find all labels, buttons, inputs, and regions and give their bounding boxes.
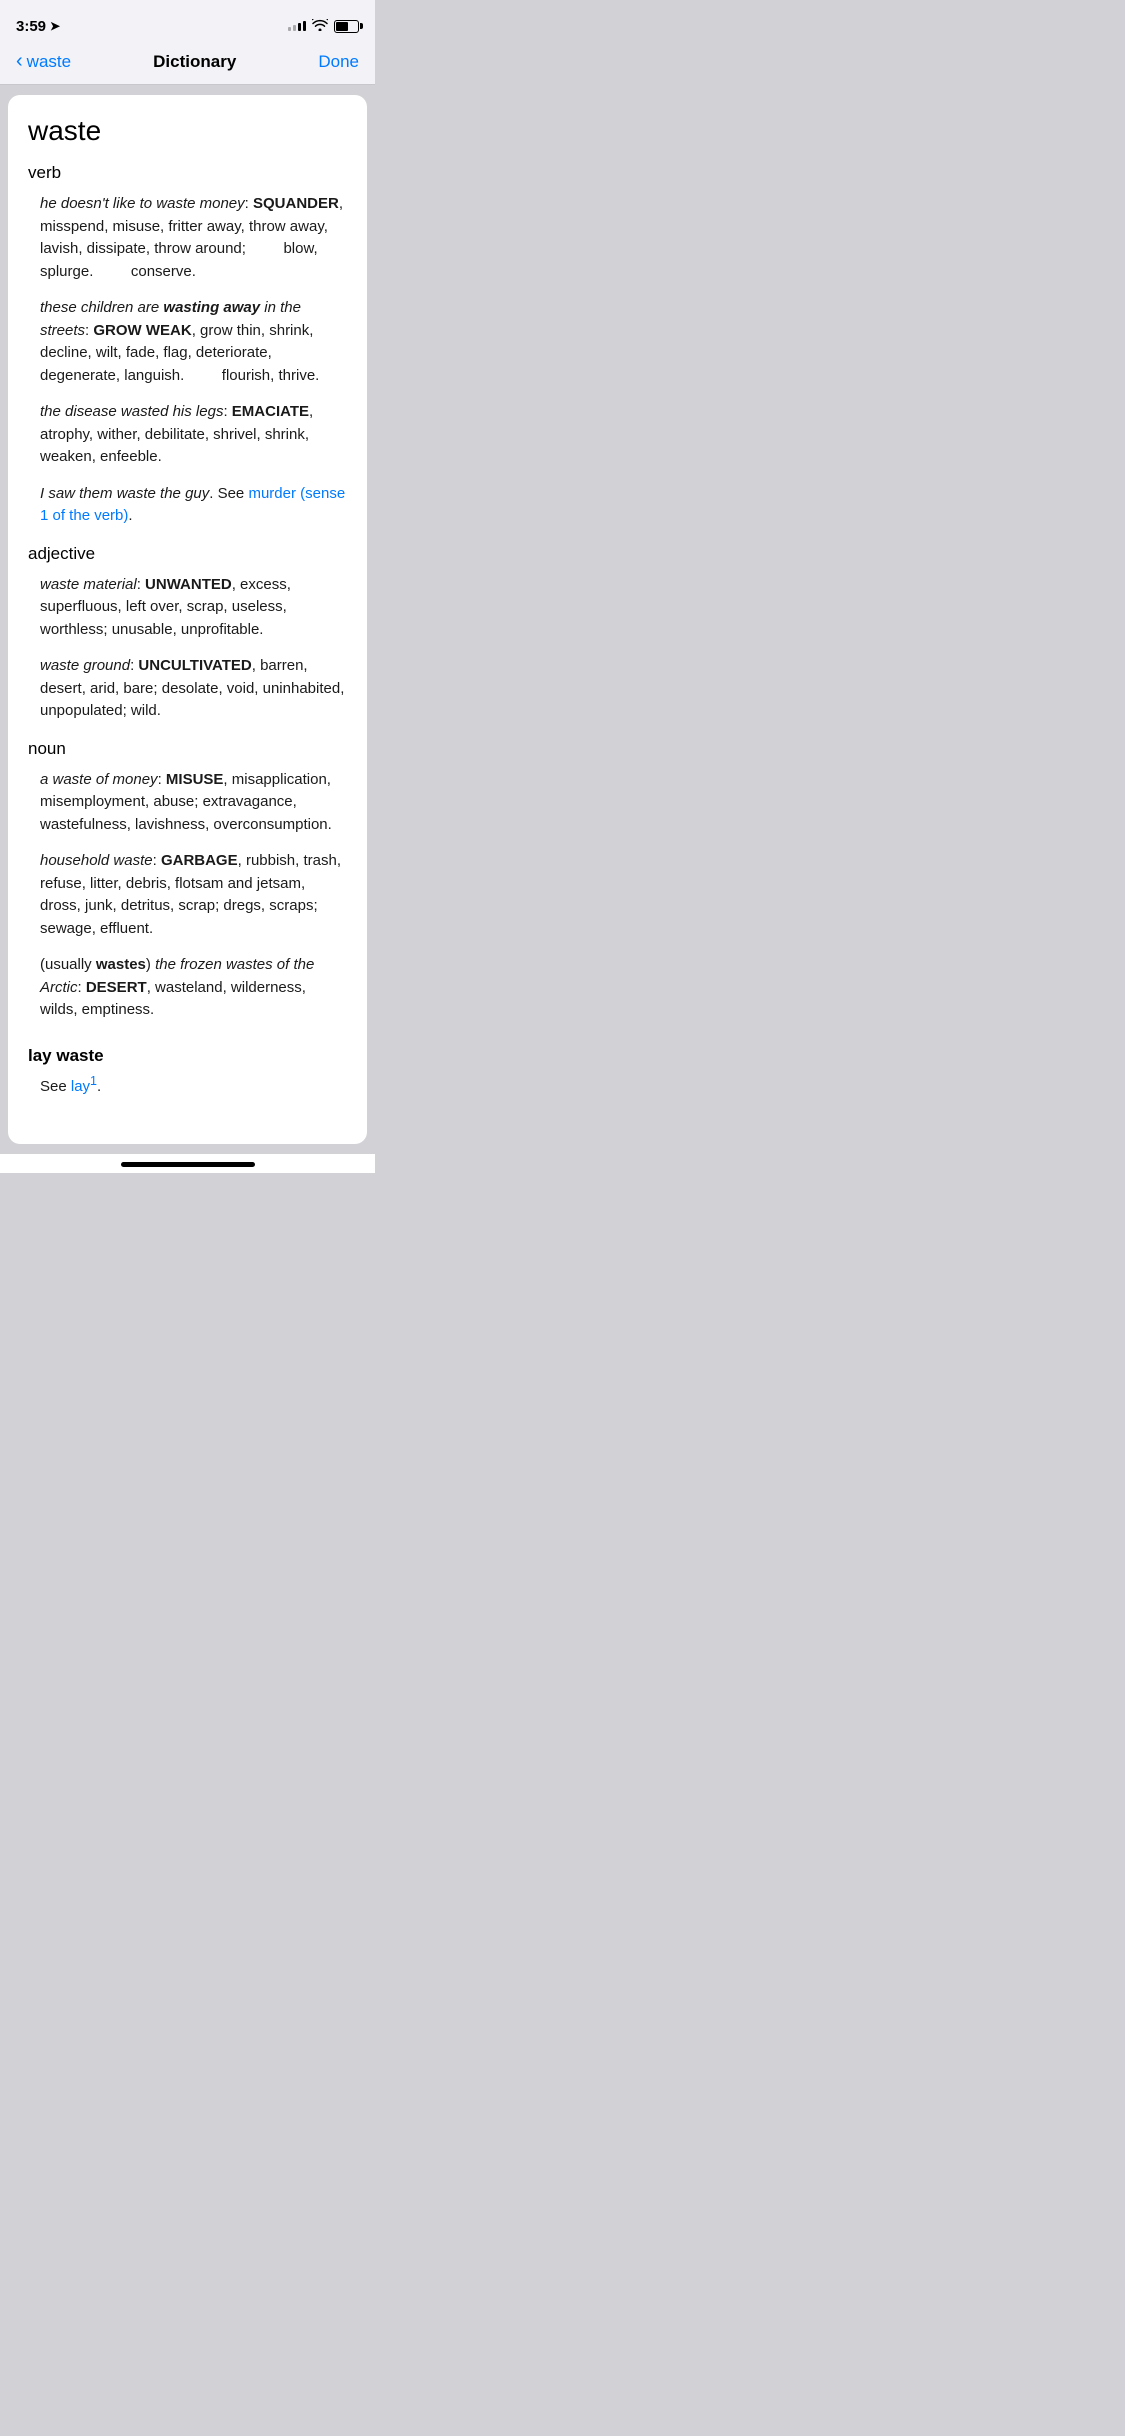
location-icon: ➤ <box>50 19 60 33</box>
battery-icon <box>334 20 359 33</box>
noun-example-3: the frozen wastes of the Arctic <box>40 956 314 996</box>
phrase-link-lay[interactable]: lay1 <box>71 1078 97 1095</box>
noun-caps-1: MISUSE <box>166 771 224 788</box>
adj-caps-1: UNWANTED <box>145 576 232 593</box>
time-label: 3:59 <box>16 18 46 35</box>
signal-bar-2 <box>293 25 296 31</box>
noun-section: noun a waste of money: MISUSE, misapplic… <box>28 739 347 1022</box>
signal-icon <box>288 21 306 31</box>
noun-example-2: household waste <box>40 852 153 869</box>
status-icons <box>288 19 359 34</box>
phrases-section: lay waste See lay1. <box>28 1046 347 1099</box>
verb-def-3: the disease wasted his legs: EMACIATE, a… <box>40 401 347 469</box>
nav-bar: ‹ waste Dictionary Done <box>0 44 375 85</box>
noun-definitions: a waste of money: MISUSE, misapplication… <box>28 769 347 1022</box>
back-label: waste <box>27 52 71 72</box>
noun-wastes-bold: wastes <box>96 956 146 973</box>
noun-example-1: a waste of money <box>40 771 158 788</box>
signal-bar-3 <box>298 23 301 31</box>
status-time: 3:59 ➤ <box>16 18 60 35</box>
adj-def-2: waste ground: UNCULTIVATED, barren, dese… <box>40 655 347 723</box>
status-bar: 3:59 ➤ <box>0 0 375 44</box>
verb-section: verb he doesn't like to waste money: SQU… <box>28 163 347 528</box>
phrase-def-1: See lay1. <box>40 1072 347 1099</box>
phrase-title: lay waste <box>28 1046 347 1066</box>
noun-def-2: household waste: GARBAGE, rubbish, trash… <box>40 850 347 940</box>
adj-caps-2: UNCULTIVATED <box>138 657 251 674</box>
adj-def-1: waste material: UNWANTED, excess, superf… <box>40 574 347 642</box>
verb-example-1: he doesn't like to waste money <box>40 195 245 212</box>
home-indicator <box>0 1154 375 1173</box>
phrase-definitions: See lay1. <box>28 1072 347 1099</box>
page-title: Dictionary <box>153 52 236 72</box>
verb-caps-1: SQUANDER <box>253 195 339 212</box>
pos-noun-label: noun <box>28 739 347 759</box>
signal-bar-1 <box>288 27 291 31</box>
verb-example-4: I saw them waste the guy <box>40 485 209 502</box>
dictionary-card: waste verb he doesn't like to waste mone… <box>8 95 367 1144</box>
home-bar <box>121 1162 255 1167</box>
content-area: waste verb he doesn't like to waste mone… <box>0 85 375 1154</box>
noun-caps-3: DESERT <box>86 979 147 996</box>
verb-example-3: the disease wasted his legs <box>40 403 223 420</box>
word-title: waste <box>28 115 347 147</box>
adjective-definitions: waste material: UNWANTED, excess, superf… <box>28 574 347 723</box>
wifi-icon <box>312 19 328 34</box>
verb-def-4: I saw them waste the guy. See murder (se… <box>40 483 347 528</box>
verb-def-1: he doesn't like to waste money: SQUANDER… <box>40 193 347 283</box>
noun-def-3: (usually wastes) the frozen wastes of th… <box>40 954 347 1022</box>
back-chevron-icon: ‹ <box>16 51 23 71</box>
noun-def-1: a waste of money: MISUSE, misapplication… <box>40 769 347 837</box>
signal-bar-4 <box>303 21 306 31</box>
done-button[interactable]: Done <box>318 52 359 72</box>
noun-caps-2: GARBAGE <box>161 852 238 869</box>
battery-fill <box>336 22 348 31</box>
verb-caps-3: EMACIATE <box>232 403 309 420</box>
adj-example-1: waste material <box>40 576 137 593</box>
pos-adjective-label: adjective <box>28 544 347 564</box>
verb-def-2: these children are wasting away in the s… <box>40 297 347 387</box>
verb-caps-2: GROW WEAK <box>93 322 191 339</box>
back-button[interactable]: ‹ waste <box>16 52 71 72</box>
pos-verb-label: verb <box>28 163 347 183</box>
verb-definitions: he doesn't like to waste money: SQUANDER… <box>28 193 347 528</box>
adj-example-2: waste ground <box>40 657 130 674</box>
adjective-section: adjective waste material: UNWANTED, exce… <box>28 544 347 723</box>
